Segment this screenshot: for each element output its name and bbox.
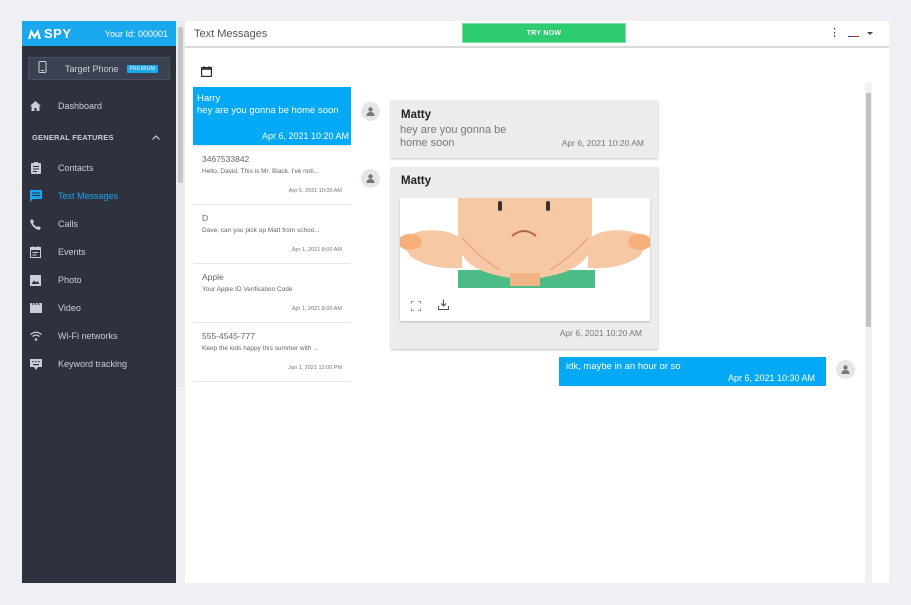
contact-avatar bbox=[361, 102, 380, 121]
message-icon bbox=[29, 190, 42, 203]
sidebar-item-calls[interactable]: Calls bbox=[22, 210, 176, 238]
target-phone-selector[interactable]: Target Phone PREMIUM bbox=[28, 57, 170, 80]
conversation-name: 555-4545-777 bbox=[202, 331, 255, 341]
person-icon bbox=[366, 107, 375, 116]
conversation-time: Jan 1, 2021 12:00 PM bbox=[288, 365, 342, 371]
sidebar-item-dashboard[interactable]: Dashboard bbox=[22, 92, 176, 120]
conversation-name: Apple bbox=[202, 272, 224, 282]
conversation-item[interactable]: 555-4545-777 Keep the kids happy this su… bbox=[193, 323, 351, 382]
user-id: Your Id: 000001 bbox=[104, 28, 168, 39]
calendar-icon bbox=[29, 246, 42, 259]
section-label: GENERAL FEATURES bbox=[32, 132, 114, 142]
sidebar-item-text-messages[interactable]: Text Messages bbox=[22, 182, 176, 210]
calendar-filter-icon[interactable] bbox=[201, 64, 213, 82]
page-title: Text Messages bbox=[194, 27, 268, 40]
logo-mark-icon bbox=[28, 28, 41, 39]
sender-name: Matty bbox=[401, 109, 432, 121]
conversation-item[interactable]: Apple Your Apple ID Verification Code Ap… bbox=[193, 264, 351, 323]
outgoing-message: idk, maybe in an hour or so Apr 6, 2021 … bbox=[559, 357, 826, 386]
sidebar-item-contacts[interactable]: Contacts bbox=[22, 154, 176, 182]
conversation-time: Apr 1, 2021 8:00 AM bbox=[291, 247, 342, 253]
sidebar-item-label: Calls bbox=[58, 219, 79, 229]
user-avatar bbox=[836, 360, 855, 379]
expand-icon[interactable] bbox=[410, 298, 422, 316]
incoming-message: Matty Apr 6, 2021 10:20 AM bbox=[391, 167, 658, 349]
conversation-item[interactable]: Harry hey are you gonna be home soon Apr… bbox=[193, 87, 351, 146]
conversation-list: Harry hey are you gonna be home soon Apr… bbox=[193, 87, 351, 387]
message-scrollbar[interactable] bbox=[865, 83, 872, 583]
keyboard-icon bbox=[29, 358, 42, 371]
brand-name: SPY bbox=[44, 26, 72, 41]
incoming-message: Matty hey are you gonna be home soon Apr… bbox=[391, 100, 658, 158]
sidebar-item-keyword-tracking[interactable]: Keyword tracking bbox=[22, 350, 176, 378]
conversation-item[interactable]: D Dave, can you pick up Matt from schoo.… bbox=[193, 205, 351, 264]
language-dropdown-icon[interactable] bbox=[867, 31, 873, 35]
message-time: Apr 6, 2021 10:20 AM bbox=[559, 328, 642, 338]
target-phone-label: Target Phone bbox=[65, 63, 119, 74]
message-text-line: hey are you gonna be bbox=[400, 124, 507, 136]
sidebar-item-label: Text Messages bbox=[58, 191, 119, 201]
message-time: Apr 6, 2021 10:20 AM bbox=[561, 138, 644, 148]
person-icon bbox=[841, 365, 850, 374]
home-icon bbox=[29, 100, 42, 113]
conversation-preview: hey are you gonna be home soon bbox=[197, 105, 339, 116]
sidebar-item-label: Keyword tracking bbox=[58, 359, 128, 369]
contact-avatar bbox=[361, 169, 380, 188]
conversation-name: 3467533842 bbox=[202, 154, 250, 164]
brand-bar: SPY Your Id: 000001 bbox=[22, 21, 176, 46]
message-thread: Matty hey are you gonna be home soon Apr… bbox=[359, 87, 867, 583]
conversation-preview: Hello, David. This is Mr. Black. I've no… bbox=[202, 168, 320, 175]
message-text: idk, maybe in an hour or so bbox=[566, 361, 681, 372]
conversation-name: Harry bbox=[197, 93, 221, 104]
sidebar-item-wifi-networks[interactable]: Wi-Fi networks bbox=[22, 322, 176, 350]
logo[interactable]: SPY bbox=[28, 26, 72, 41]
sender-name: Matty bbox=[401, 175, 432, 187]
phone-icon bbox=[38, 60, 47, 78]
sidebar-item-label: Contacts bbox=[58, 163, 94, 173]
video-icon bbox=[29, 302, 42, 315]
sidebar-item-label: Dashboard bbox=[58, 101, 103, 111]
sidebar-item-label: Events bbox=[58, 247, 86, 257]
image-attachment[interactable] bbox=[400, 198, 650, 321]
sidebar-scrollbar[interactable] bbox=[176, 21, 185, 387]
more-options-icon[interactable]: ⋮ bbox=[829, 28, 840, 39]
sidebar-item-label: Video bbox=[58, 303, 81, 313]
conversation-preview: Keep the kids happy this summer with ... bbox=[202, 345, 319, 352]
shrug-illustration bbox=[400, 198, 650, 288]
wifi-icon bbox=[29, 330, 42, 343]
header: Text Messages TRY NOW ⋮ bbox=[185, 21, 889, 48]
image-icon bbox=[29, 274, 42, 287]
sidebar-item-label: Photo bbox=[58, 275, 82, 285]
section-general-features[interactable]: GENERAL FEATURES bbox=[22, 120, 176, 154]
sidebar-item-video[interactable]: Video bbox=[22, 294, 176, 322]
main-panel: Text Messages TRY NOW ⋮ Harry hey are yo… bbox=[185, 21, 889, 583]
conversation-item[interactable]: 3467533842 Hello, David. This is Mr. Bla… bbox=[193, 146, 351, 205]
contacts-icon bbox=[29, 162, 42, 175]
conversation-name: D bbox=[202, 213, 209, 223]
sidebar: SPY Your Id: 000001 Target Phone PREMIUM… bbox=[22, 21, 176, 583]
scrollbar-thumb[interactable] bbox=[866, 93, 871, 327]
scrollbar-thumb[interactable] bbox=[178, 27, 183, 183]
try-now-button[interactable]: TRY NOW bbox=[462, 23, 626, 43]
conversation-preview: Dave, can you pick up Matt from schoo... bbox=[202, 227, 320, 234]
conversation-time: Apr 6, 2021 10:20 AM bbox=[261, 131, 349, 141]
message-text-line: home soon bbox=[400, 137, 455, 149]
person-icon bbox=[366, 174, 375, 183]
chevron-up-icon bbox=[152, 133, 160, 142]
phone-icon bbox=[29, 218, 42, 231]
sidebar-item-events[interactable]: Events bbox=[22, 238, 176, 266]
premium-badge: PREMIUM bbox=[126, 64, 159, 73]
message-text: hey are you gonna be home soon bbox=[400, 124, 506, 150]
sidebar-item-label: Wi-Fi networks bbox=[58, 331, 118, 341]
conversation-preview: Your Apple ID Verification Code bbox=[202, 286, 293, 293]
conversation-time: Apr 5, 2021 10:00 AM bbox=[288, 188, 342, 194]
us-flag-icon[interactable] bbox=[848, 30, 859, 37]
message-time: Apr 6, 2021 10:30 AM bbox=[727, 373, 815, 383]
sidebar-item-photo[interactable]: Photo bbox=[22, 266, 176, 294]
conversation-time: Apr 1, 2021 8:00 AM bbox=[291, 306, 342, 312]
download-icon[interactable] bbox=[437, 297, 450, 315]
